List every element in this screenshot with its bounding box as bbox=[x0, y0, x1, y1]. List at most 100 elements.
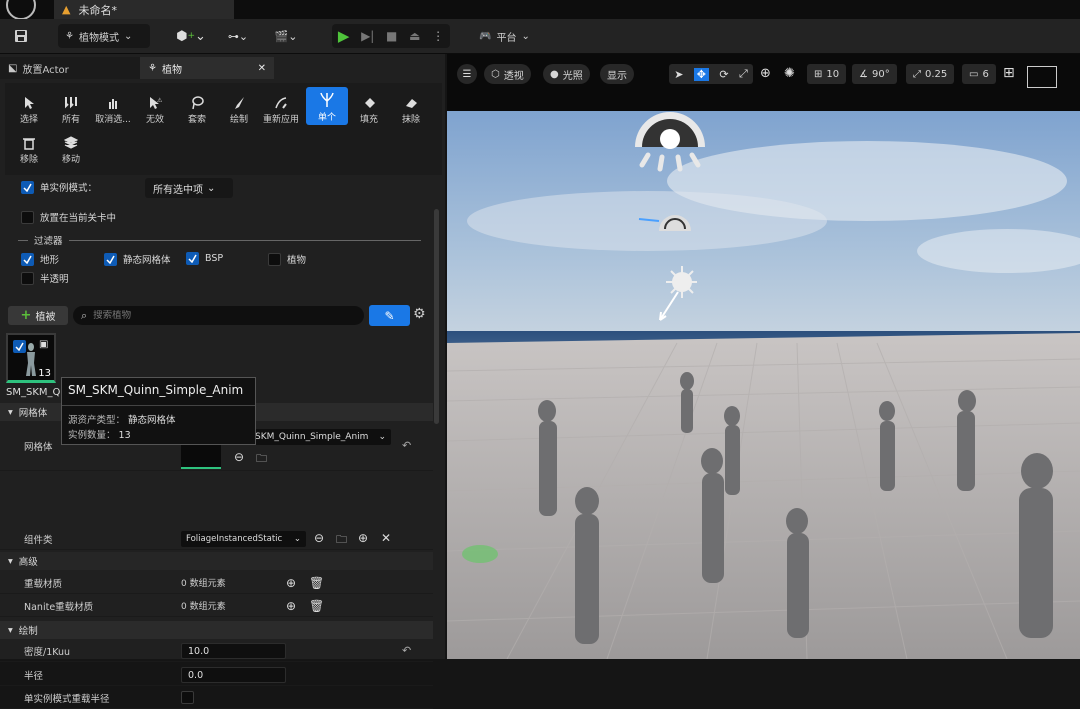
filter-checkbox[interactable] bbox=[21, 271, 34, 285]
tab-foliage[interactable]: ⚘ 植物 ✕ bbox=[140, 57, 274, 79]
panel-scrollbar[interactable] bbox=[434, 209, 439, 424]
single-radius-checkbox[interactable] bbox=[181, 691, 194, 704]
filter-checkbox[interactable] bbox=[104, 252, 117, 266]
radius-field[interactable]: 0.0 bbox=[181, 667, 286, 683]
platform-button[interactable]: 🎮 平台 ⌄ bbox=[472, 24, 537, 48]
document-tab[interactable]: ▲ 未命名* bbox=[54, 0, 234, 19]
mode-dropdown[interactable]: ⚘ 植物模式 ⌄ bbox=[58, 24, 150, 48]
browse-icon[interactable]: 🗀 bbox=[336, 531, 347, 550]
rotation-snap-button[interactable]: ∡ 90° bbox=[852, 64, 897, 84]
filter-static-mesh[interactable]: 静态网格体 bbox=[104, 252, 171, 266]
single-instance-dropdown[interactable]: 所有选中项 ⌄ bbox=[145, 178, 233, 198]
lit-button[interactable]: ● 光照 bbox=[543, 64, 590, 84]
mode-select[interactable]: 选择 bbox=[8, 91, 50, 127]
filter-landscape[interactable]: 地形 bbox=[21, 252, 59, 266]
select-tool-icon[interactable]: ➤ bbox=[674, 68, 683, 81]
chevron-down-icon: ⌄ bbox=[521, 30, 530, 42]
mode-erase[interactable]: 抹除 bbox=[390, 91, 432, 127]
close-icon[interactable]: ✕ bbox=[258, 63, 266, 74]
scale-snap-button[interactable]: ⤢ 0.25 bbox=[906, 64, 955, 84]
cinematics-icon[interactable]: 🎬⌄ bbox=[270, 27, 302, 45]
mode-all[interactable]: 所有 bbox=[50, 91, 92, 127]
skip-icon[interactable]: ▶| bbox=[361, 29, 374, 43]
atmosphere-icon[interactable] bbox=[652, 264, 697, 324]
viewport-menu-icon[interactable]: ☰ bbox=[457, 64, 477, 84]
add-icon[interactable]: ⊕ bbox=[286, 599, 296, 613]
add-content-icon[interactable]: ⬢ + ⌄ bbox=[176, 27, 206, 45]
perspective-button[interactable]: ⬡ 透视 bbox=[484, 64, 531, 84]
mode-move[interactable]: 移动 bbox=[50, 131, 92, 167]
grid-snap-button[interactable]: ⊞ 10 bbox=[807, 64, 847, 84]
filter-checkbox[interactable] bbox=[186, 252, 199, 265]
mode-single[interactable]: 单个 bbox=[306, 87, 348, 125]
surface-snap-icon[interactable]: ✺ bbox=[784, 66, 795, 81]
component-dropdown[interactable]: FoliageInstancedStatic ⌄ bbox=[181, 531, 306, 547]
clear-icon[interactable]: ✕ bbox=[381, 531, 391, 545]
tooltip-type-value: 静态网格体 bbox=[128, 415, 176, 426]
single-radius-row: 单实例模式重载半径 bbox=[0, 687, 433, 709]
place-in-level-label: 放置在当前关卡中 bbox=[40, 213, 117, 224]
place-in-level-checkbox[interactable] bbox=[21, 210, 34, 224]
maximize-icon[interactable] bbox=[1027, 66, 1057, 88]
mode-remove[interactable]: 移除 bbox=[8, 131, 50, 167]
mode-invalid[interactable]: ⚠ 无效 bbox=[134, 91, 176, 127]
reset-icon[interactable]: ↶ bbox=[402, 439, 411, 452]
filter-checkbox[interactable] bbox=[268, 252, 281, 266]
scale-tool-icon[interactable]: ⤢ bbox=[739, 67, 748, 81]
section-paint[interactable]: ▾ 绘制 bbox=[0, 621, 433, 639]
eject-icon[interactable]: ⏏ bbox=[409, 29, 420, 43]
viewport-toolbar: ☰ ⬡ 透视 ● 光照 显示 ➤ ✥ ⟳ ⤢ ⊕ ✺ ⊞ 10 ∡ 90° ⤢ 0.25 … bbox=[447, 54, 1080, 111]
layout-icon[interactable]: ⊞ bbox=[1003, 65, 1015, 81]
mode-deselect[interactable]: 取消选... bbox=[92, 91, 134, 127]
filter-foliage[interactable]: 植物 bbox=[268, 252, 306, 266]
camera-speed-button[interactable]: ▭ 6 bbox=[962, 64, 996, 84]
single-instance-checkbox[interactable] bbox=[21, 180, 34, 194]
mesh-dropdown[interactable]: SKM_Quinn_Simple_Anim ⌄ bbox=[250, 429, 391, 445]
mode-paint[interactable]: 绘制 bbox=[218, 91, 260, 127]
mesh-thumbnail bbox=[181, 443, 221, 469]
add-icon[interactable]: ⊕ bbox=[358, 531, 368, 545]
rotate-tool-icon[interactable]: ⟳ bbox=[719, 68, 728, 81]
search-box[interactable]: ⌕ bbox=[73, 306, 364, 325]
foliage-asset-tile[interactable]: ▣ 13 bbox=[6, 333, 56, 383]
perspective-label: 透视 bbox=[503, 70, 524, 82]
filter-translucent[interactable]: 半透明 bbox=[21, 271, 69, 285]
mode-reapply[interactable]: 重新应用 bbox=[260, 91, 302, 127]
more-icon[interactable]: ⋮ bbox=[432, 29, 444, 43]
add-icon[interactable]: ⊕ bbox=[286, 576, 296, 590]
filter-checkbox[interactable] bbox=[21, 252, 34, 266]
tooltip-divider bbox=[62, 405, 255, 406]
show-button[interactable]: 显示 bbox=[600, 64, 634, 84]
add-foliage-button[interactable]: + 植被 bbox=[8, 306, 68, 325]
mode-lasso[interactable]: 套索 bbox=[176, 91, 218, 127]
density-field[interactable]: 10.0 bbox=[181, 643, 286, 659]
play-icon[interactable]: ▶ bbox=[338, 27, 350, 45]
gear-icon[interactable]: ⚙ bbox=[413, 306, 426, 322]
save-icon[interactable] bbox=[12, 27, 30, 45]
search-input[interactable] bbox=[93, 310, 344, 321]
title-bar: ▲ 未命名* bbox=[0, 0, 1080, 20]
paint-settings-button[interactable]: ✎ bbox=[369, 305, 410, 326]
reset-icon[interactable]: ↶ bbox=[402, 644, 411, 657]
section-title: 网格体 bbox=[18, 408, 48, 419]
trash-icon[interactable]: 🗑 bbox=[309, 576, 324, 590]
stop-icon[interactable]: ■ bbox=[386, 29, 397, 43]
trash-icon[interactable]: 🗑 bbox=[309, 599, 324, 613]
skylight-icon[interactable] bbox=[637, 201, 697, 236]
filter-bsp[interactable]: BSP bbox=[186, 252, 223, 265]
use-selected-icon[interactable]: ⊖ bbox=[314, 531, 324, 545]
unreal-logo-icon[interactable] bbox=[6, 0, 36, 20]
dropdown-value: 所有选中项 bbox=[153, 184, 203, 196]
cube-icon: ⬡ bbox=[491, 68, 500, 80]
level-viewport[interactable]: ☰ ⬡ 透视 ● 光照 显示 ➤ ✥ ⟳ ⤢ ⊕ ✺ ⊞ 10 ∡ 90° ⤢ 0.25 … bbox=[447, 54, 1080, 659]
use-selected-icon[interactable]: ⊖ bbox=[234, 450, 244, 464]
world-space-icon[interactable]: ⊕ bbox=[760, 66, 771, 81]
browse-icon[interactable]: 🗀 bbox=[256, 450, 267, 469]
section-advanced[interactable]: ▾ 高级 bbox=[0, 552, 433, 570]
tab-place-actors[interactable]: ⬕ 放置Actor bbox=[0, 57, 140, 79]
sun-light-icon[interactable] bbox=[630, 109, 710, 181]
mode-fill[interactable]: 填充 bbox=[348, 91, 390, 127]
blueprint-icon[interactable]: ⊶⌄ bbox=[222, 27, 254, 45]
save-icon: ▣ bbox=[39, 339, 49, 350]
translate-tool-icon[interactable]: ✥ bbox=[693, 67, 709, 81]
